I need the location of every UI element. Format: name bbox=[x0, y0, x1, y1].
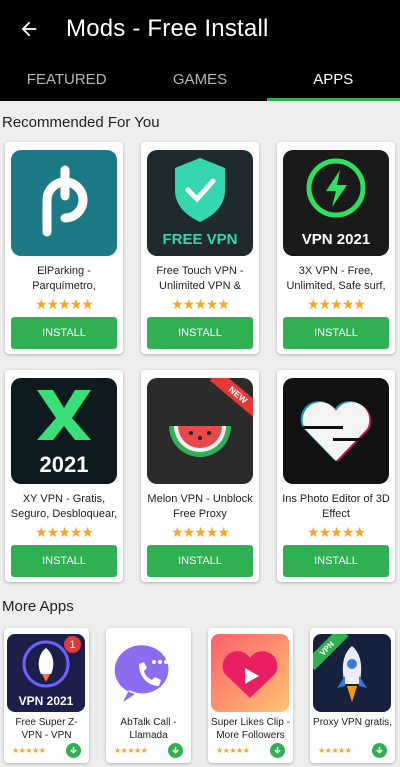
tab-bar: FEATURED GAMES APPS bbox=[0, 57, 400, 101]
rating-stars: ★★★★★ bbox=[12, 746, 46, 755]
more-app-card[interactable]: VPN 2021 1 Free Super Z-VPN - VPN ★★★★★ bbox=[4, 628, 89, 763]
install-button[interactable]: INSTALL bbox=[283, 317, 389, 349]
app-name: ElParking - Parquímetro, bbox=[32, 265, 96, 292]
xy-vpn-app-icon: 2021 bbox=[11, 378, 117, 484]
rating-stars: ★★★★★ bbox=[171, 524, 230, 540]
app-name: AbTalk Call - Llamada bbox=[120, 717, 177, 741]
super-likes-app-icon bbox=[211, 634, 289, 712]
install-button[interactable]: INSTALL bbox=[11, 545, 117, 577]
app-name: 3X VPN - Free, Unlimited, Safe surf, bbox=[286, 265, 386, 292]
app-card[interactable]: FREE VPN Free Touch VPN - Unlimited VPN … bbox=[141, 142, 259, 354]
download-icon[interactable] bbox=[168, 743, 183, 758]
proxy-vpn-app-icon: VPN bbox=[313, 634, 391, 712]
install-button[interactable]: INSTALL bbox=[11, 317, 117, 349]
app-card[interactable]: Ins Photo Editor of 3D Effect ★★★★★ INST… bbox=[277, 370, 395, 582]
app-card[interactable]: NEW Melon VPN - Unblock Free Proxy ★★★★★… bbox=[141, 370, 259, 582]
rating-stars: ★★★★★ bbox=[114, 746, 148, 755]
icon-label: FREE VPN bbox=[162, 231, 238, 248]
install-button[interactable]: INSTALL bbox=[147, 317, 253, 349]
icon-label: 2021 bbox=[39, 452, 89, 477]
download-icon[interactable] bbox=[372, 743, 387, 758]
rating-stars: ★★★★★ bbox=[35, 296, 94, 312]
download-icon[interactable] bbox=[66, 743, 81, 758]
more-app-card[interactable]: VPN Proxy VPN gratis, ★★★★★ bbox=[310, 628, 395, 763]
install-button[interactable]: INSTALL bbox=[283, 545, 389, 577]
rating-stars: ★★★★★ bbox=[171, 296, 230, 312]
photo-editor-app-icon bbox=[283, 378, 389, 484]
rating-stars: ★★★★★ bbox=[35, 524, 94, 540]
rating-stars: ★★★★★ bbox=[307, 296, 366, 312]
abtalk-app-icon bbox=[109, 634, 187, 712]
rating-stars: ★★★★★ bbox=[318, 746, 352, 755]
icon-label: VPN 2021 bbox=[18, 694, 74, 708]
back-button[interactable] bbox=[0, 0, 58, 57]
tab-games[interactable]: GAMES bbox=[133, 57, 266, 101]
melon-vpn-app-icon: NEW bbox=[147, 378, 253, 484]
app-name: Super Likes Clip - More Followers bbox=[211, 717, 290, 741]
z-vpn-app-icon: VPN 2021 1 bbox=[7, 634, 85, 712]
page-title: Mods - Free Install bbox=[66, 14, 269, 42]
install-button[interactable]: INSTALL bbox=[147, 545, 253, 577]
app-name: XY VPN - Gratis, Seguro, Desbloquear, bbox=[10, 493, 118, 520]
rating-stars: ★★★★★ bbox=[216, 746, 250, 755]
app-name: Proxy VPN gratis, bbox=[313, 717, 392, 728]
tab-apps[interactable]: APPS bbox=[266, 57, 400, 101]
more-app-card[interactable]: Super Likes Clip - More Followers ★★★★★ bbox=[208, 628, 293, 763]
elparking-app-icon bbox=[11, 150, 117, 256]
app-name: Melon VPN - Unblock Free Proxy bbox=[147, 493, 253, 520]
app-name: Free Super Z-VPN - VPN bbox=[15, 717, 78, 741]
rating-stars: ★★★★★ bbox=[307, 524, 366, 540]
icon-label: VPN 2021 bbox=[301, 231, 371, 248]
app-card[interactable]: ElParking - Parquímetro, ★★★★★ INSTALL bbox=[5, 142, 123, 354]
app-name: Ins Photo Editor of 3D Effect bbox=[282, 493, 390, 520]
arrow-left-icon bbox=[21, 21, 37, 36]
app-name: Free Touch VPN - Unlimited VPN & bbox=[156, 265, 244, 292]
app-card[interactable]: VPN 2021 3X VPN - Free, Unlimited, Safe … bbox=[277, 142, 395, 354]
3x-vpn-app-icon: VPN 2021 bbox=[283, 150, 389, 256]
more-app-card[interactable]: AbTalk Call - Llamada ★★★★★ bbox=[106, 628, 191, 763]
free-vpn-app-icon: FREE VPN bbox=[147, 150, 253, 256]
download-icon[interactable] bbox=[270, 743, 285, 758]
tab-featured[interactable]: FEATURED bbox=[0, 57, 133, 101]
app-bar: Mods - Free Install bbox=[0, 0, 400, 57]
more-apps-heading: More Apps bbox=[2, 598, 74, 615]
notification-badge: 1 bbox=[64, 636, 81, 653]
app-card[interactable]: 2021 XY VPN - Gratis, Seguro, Desbloquea… bbox=[5, 370, 123, 582]
recommended-heading: Recommended For You bbox=[2, 114, 160, 131]
